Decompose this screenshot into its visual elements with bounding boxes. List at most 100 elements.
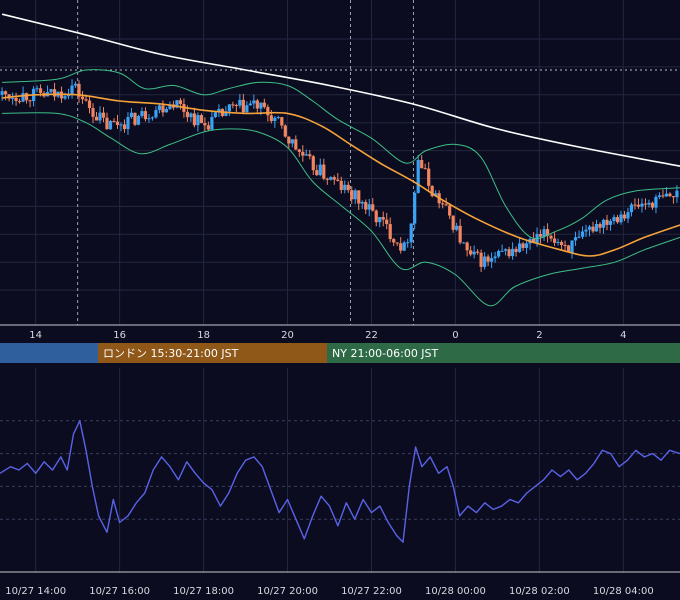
candle-body-60 [210,117,214,130]
candle-body-120 [420,160,424,169]
candle-body-91 [318,164,322,176]
candle-body-56 [196,115,200,126]
candle-body-34 [119,124,123,126]
candle-body-93 [325,178,329,180]
candle-body-193 [675,190,679,198]
candle-body-169 [591,226,595,232]
candle-body-159 [556,241,560,243]
candle-body-36 [126,117,130,130]
candle-body-103 [360,201,364,204]
candle-body-3 [10,97,15,99]
candle-body-82 [287,136,291,144]
candle-body-163 [570,240,574,253]
candle-body-114 [399,243,403,251]
candle-body-171 [598,224,602,228]
candle-body-142 [497,251,501,257]
candle-body-80 [280,117,284,126]
candle-body-168 [587,226,592,230]
candle-body-185 [647,202,651,205]
candle-body-42 [147,118,151,120]
candle-body-18 [63,96,67,99]
chart: 14 16 18 20 22 0 2 4 ロンドン 15:30-21:00 JST NY 21:… [0,0,680,600]
candle-body-104 [364,201,368,210]
candle-body-44 [154,110,158,118]
candle-body-127 [444,204,448,206]
candle-body-94 [329,177,333,180]
candle-body-181 [633,204,637,206]
candle-body-95 [332,177,336,180]
candle-body-128 [448,205,452,216]
oscillator-tick-label-6: 10/28 02:00 [509,586,570,597]
candle-body-144 [504,249,508,251]
candle-body-164 [573,237,578,241]
candle-body-88 [308,154,312,157]
candle-body-67 [234,104,238,106]
candle-body-182 [636,204,641,207]
price-tick-label-0: 14 [29,330,42,341]
candle-body-69 [241,99,245,113]
candle-body-191 [668,193,672,197]
candle-body-72 [252,100,256,104]
candle-body-90 [315,170,319,176]
candle-body-83 [290,139,294,144]
candle-body-1 [3,91,8,95]
candle-body-78 [273,117,277,122]
candle-body-161 [563,244,567,246]
candle-body-158 [552,238,557,243]
candle-body-177 [619,214,623,223]
candle-body-172 [601,219,606,228]
oscillator-tick-label-7: 10/28 04:00 [593,586,654,597]
candle-body-68 [238,99,242,106]
candle-body-160 [559,241,564,245]
candle-body-176 [615,217,620,223]
candle-body-178 [622,214,627,219]
oscillator-tick-label-1: 10/27 16:00 [89,586,150,597]
candle-body-189 [661,195,665,197]
candle-body-118 [413,192,417,224]
candle-body-40 [140,111,144,116]
candle-body-113 [395,242,399,244]
candle-body-32 [112,120,116,122]
candle-body-165 [577,236,581,238]
candle-body-47 [164,109,169,113]
candle-body-15 [52,89,57,97]
candle-body-59 [206,125,210,130]
candle-body-6 [21,93,25,102]
candle-body-27 [94,116,99,121]
candle-body-187 [654,196,658,208]
candle-body-129 [451,215,455,230]
session-band-0 [0,343,98,363]
candle-body-138 [483,256,487,267]
candle-body-21 [73,83,78,86]
candle-body-45 [157,105,162,111]
candle-body-137 [479,252,483,267]
candle-body-179 [626,212,630,219]
candle-body-25 [87,100,92,108]
candle-body-167 [584,229,588,232]
candle-body-30 [105,117,109,130]
candle-body-122 [427,168,431,186]
candle-body-96 [336,179,340,181]
candle-body-61 [213,112,217,118]
candle-body-58 [203,123,207,126]
candle-body-100 [350,190,354,200]
candle-body-190 [664,193,669,197]
candle-body-24 [84,99,88,101]
candle-body-65 [227,104,231,112]
candle-body-33 [115,121,120,125]
candle-body-54 [189,113,193,118]
candle-body-139 [486,256,490,262]
candle-body-135 [472,251,476,255]
candle-body-31 [108,120,113,130]
candle-body-0 [0,91,4,95]
candle-body-101 [353,190,357,200]
price-tick-label-6: 2 [536,330,542,341]
candle-body-55 [192,113,197,126]
oscillator-tick-label-4: 10/27 22:00 [341,586,402,597]
candle-body-4 [14,97,18,101]
candle-body-119 [416,160,420,193]
candle-body-37 [129,112,134,118]
candle-body-132 [462,242,466,244]
candle-body-148 [517,243,522,252]
candle-body-105 [367,204,371,210]
